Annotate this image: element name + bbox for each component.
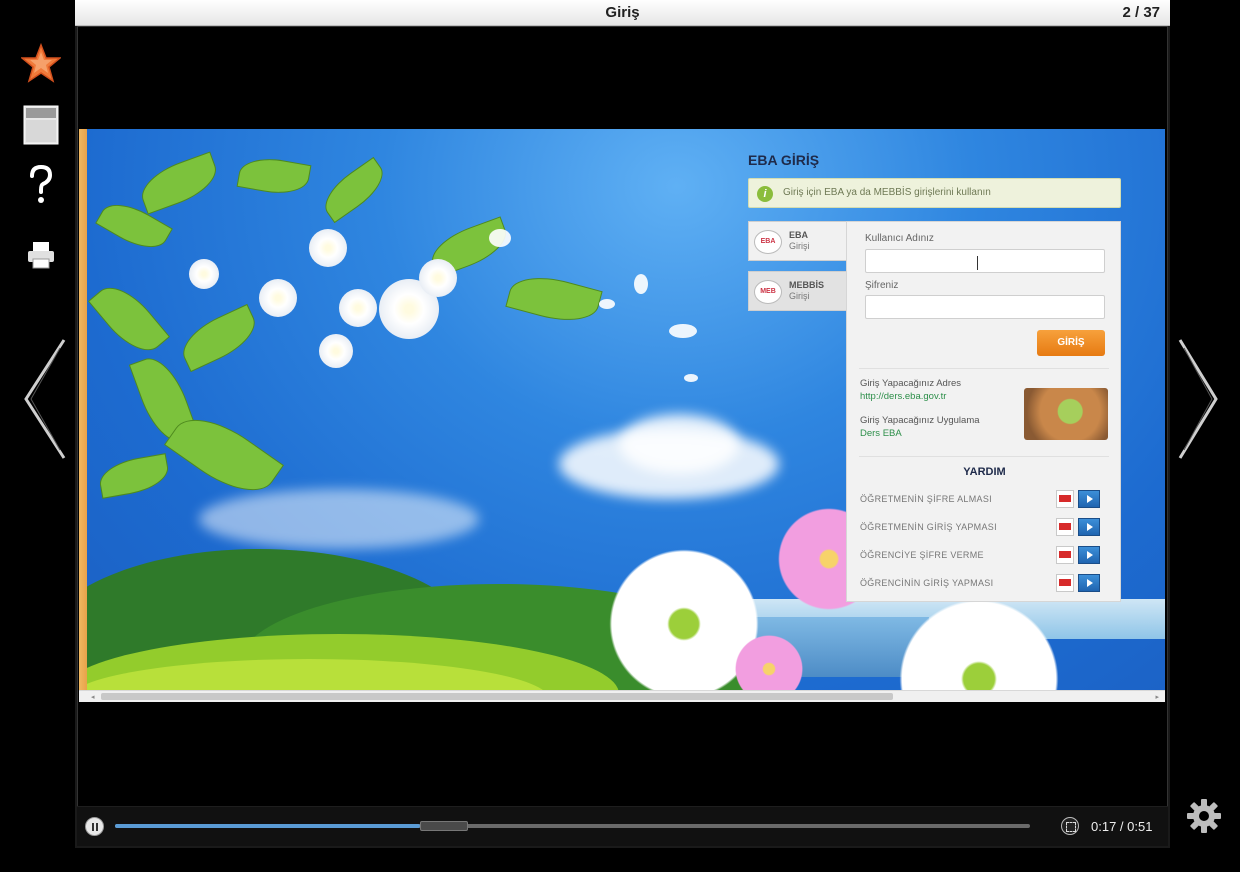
login-button[interactable]: GİRİŞ	[1037, 330, 1105, 356]
eba-logo: EBA	[754, 230, 782, 254]
print-icon[interactable]	[20, 234, 62, 276]
help-item: ÖĞRENCİYE ŞİFRE VERME	[860, 546, 1110, 564]
video-icon[interactable]	[1078, 546, 1100, 564]
tab-mebbis-label: MEBBİS	[789, 280, 825, 290]
tab-mebbis-login[interactable]: MEB MEBBİS Girişi	[748, 271, 848, 311]
recorded-page-scrollbar: ◂ ▸	[79, 690, 1165, 702]
scroll-right-icon: ▸	[1155, 694, 1159, 701]
title-bar: Giriş 2 / 37	[75, 0, 1170, 26]
hands-globe-image	[1024, 388, 1108, 440]
video-icon[interactable]	[1078, 490, 1100, 508]
help-item-label: ÖĞRENCİYE ŞİFRE VERME	[860, 550, 984, 560]
seek-handle[interactable]	[419, 821, 468, 831]
help-item-label: ÖĞRETMENİN ŞİFRE ALMASI	[860, 494, 992, 504]
time-display: 0:17 / 0:51	[1091, 819, 1153, 834]
playback-controls: 0:17 / 0:51	[77, 806, 1168, 846]
help-item: ÖĞRENCİNİN GİRİŞ YAPMASI	[860, 574, 1110, 592]
pdf-icon[interactable]	[1056, 490, 1074, 508]
address-link[interactable]: http://ders.eba.gov.tr	[860, 391, 946, 402]
scroll-left-icon: ◂	[91, 694, 95, 701]
login-info-banner: i Giriş için EBA ya da MEBBİS girişlerin…	[748, 178, 1121, 208]
tab-eba-login[interactable]: EBA EBA Girişi	[748, 221, 848, 261]
address-label: Giriş Yapacağınız Adres	[860, 378, 962, 389]
help-section-title: YARDIM	[963, 466, 1006, 478]
app-value: Ders EBA	[860, 428, 902, 439]
video-icon[interactable]	[1078, 574, 1100, 592]
previous-slide-button[interactable]	[20, 336, 70, 462]
fullscreen-button[interactable]	[1061, 817, 1079, 835]
login-form: Kullanıcı Adınız Şifreniz GİRİŞ Giriş Ya…	[846, 221, 1121, 602]
info-icon: i	[757, 186, 773, 202]
text-cursor-icon	[977, 256, 983, 270]
scrollbar-thumb	[101, 693, 893, 700]
seek-bar[interactable]	[115, 821, 1030, 831]
tab-mebbis-sublabel: Girişi	[789, 291, 810, 301]
password-label: Şifreniz	[865, 280, 899, 291]
help-item: ÖĞRETMENİN GİRİŞ YAPMASI	[860, 518, 1110, 536]
help-item: ÖĞRETMENİN ŞİFRE ALMASI	[860, 490, 1110, 508]
help-icon[interactable]	[20, 164, 62, 206]
star-icon[interactable]	[20, 42, 62, 84]
pdf-icon[interactable]	[1056, 574, 1074, 592]
mebbis-logo: MEB	[754, 280, 782, 304]
tab-eba-label: EBA	[789, 230, 809, 240]
pdf-icon[interactable]	[1056, 546, 1074, 564]
eba-login-heading: EBA GİRİŞ	[748, 152, 820, 168]
layout-icon[interactable]	[20, 104, 62, 146]
gear-icon[interactable]	[1186, 798, 1222, 834]
video-icon[interactable]	[1078, 518, 1100, 536]
next-slide-button[interactable]	[1172, 336, 1222, 462]
login-info-text: Giriş için EBA ya da MEBBİS girişlerini …	[783, 187, 991, 198]
slide-title: Giriş	[605, 4, 640, 21]
password-field[interactable]	[865, 295, 1105, 319]
pause-button[interactable]	[85, 817, 104, 836]
username-field[interactable]	[865, 249, 1105, 273]
pdf-icon[interactable]	[1056, 518, 1074, 536]
seek-progress	[115, 824, 420, 828]
app-label: Giriş Yapacağınız Uygulama	[860, 415, 980, 426]
slide-counter: 2 / 37	[1122, 4, 1160, 21]
tab-eba-sublabel: Girişi	[789, 241, 810, 251]
help-item-label: ÖĞRENCİNİN GİRİŞ YAPMASI	[860, 578, 994, 588]
username-label: Kullanıcı Adınız	[865, 233, 934, 244]
help-item-label: ÖĞRETMENİN GİRİŞ YAPMASI	[860, 522, 997, 532]
presentation-player: Giriş 2 / 37 EBA GİRİŞ i Giriş için EBA …	[0, 0, 1240, 872]
